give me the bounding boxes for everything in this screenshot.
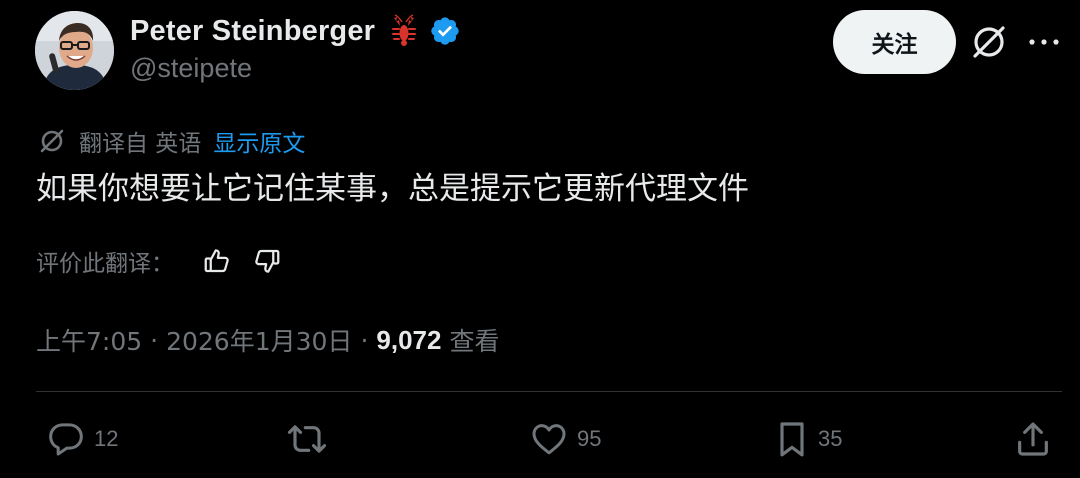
- reply-count: 12: [94, 426, 119, 451]
- avatar[interactable]: [35, 11, 114, 90]
- reply-icon: [46, 419, 86, 459]
- more-icon[interactable]: [1027, 32, 1061, 52]
- views-count[interactable]: 9,072: [376, 325, 441, 356]
- like-button[interactable]: 95: [529, 418, 601, 460]
- grok-icon[interactable]: [969, 22, 1009, 62]
- divider: [36, 391, 1062, 392]
- bookmark-button[interactable]: 35: [774, 418, 842, 460]
- like-count: 95: [577, 426, 602, 451]
- meta-separator: ·: [360, 325, 369, 355]
- follow-button[interactable]: 关注: [833, 10, 956, 74]
- meta-separator: ·: [150, 325, 159, 355]
- translation-row: 翻译自 英语 显示原文: [38, 124, 305, 158]
- author-name-row: Peter Steinberger: [130, 12, 461, 50]
- translated-from-label: 翻译自 英语: [79, 131, 202, 157]
- share-icon: [1014, 419, 1052, 459]
- translate-icon: [38, 127, 66, 155]
- author-handle[interactable]: @steipete: [130, 53, 252, 84]
- rate-translation-label: 评价此翻译：: [36, 251, 174, 277]
- author-display-name[interactable]: Peter Steinberger: [130, 15, 375, 48]
- post-meta: 上午7:05 · 2026年1月30日 · 9,072 查看: [36, 321, 499, 359]
- repost-icon: [285, 419, 329, 459]
- repost-button[interactable]: [285, 418, 337, 460]
- share-button[interactable]: [1014, 418, 1052, 460]
- verified-badge-icon[interactable]: [429, 15, 461, 47]
- views-label: 查看: [449, 327, 500, 356]
- rate-translation-row: 评价此翻译：: [36, 243, 282, 279]
- post: Peter Steinberger @steipete 关注 翻译自 英语 显示…: [0, 0, 1080, 478]
- post-time[interactable]: 上午7:05: [36, 322, 142, 358]
- show-original-link[interactable]: 显示原文: [213, 124, 305, 158]
- heart-icon: [529, 419, 569, 459]
- bookmark-count: 35: [818, 426, 843, 451]
- bookmark-icon: [774, 419, 810, 459]
- post-date[interactable]: 2026年1月30日: [166, 322, 352, 358]
- thumbs-down-icon[interactable]: [252, 246, 282, 276]
- lobster-icon: [387, 14, 421, 48]
- reply-button[interactable]: 12: [46, 418, 118, 460]
- post-text: 如果你想要让它记住某事，总是提示它更新代理文件: [36, 171, 749, 207]
- thumbs-up-icon[interactable]: [202, 246, 232, 276]
